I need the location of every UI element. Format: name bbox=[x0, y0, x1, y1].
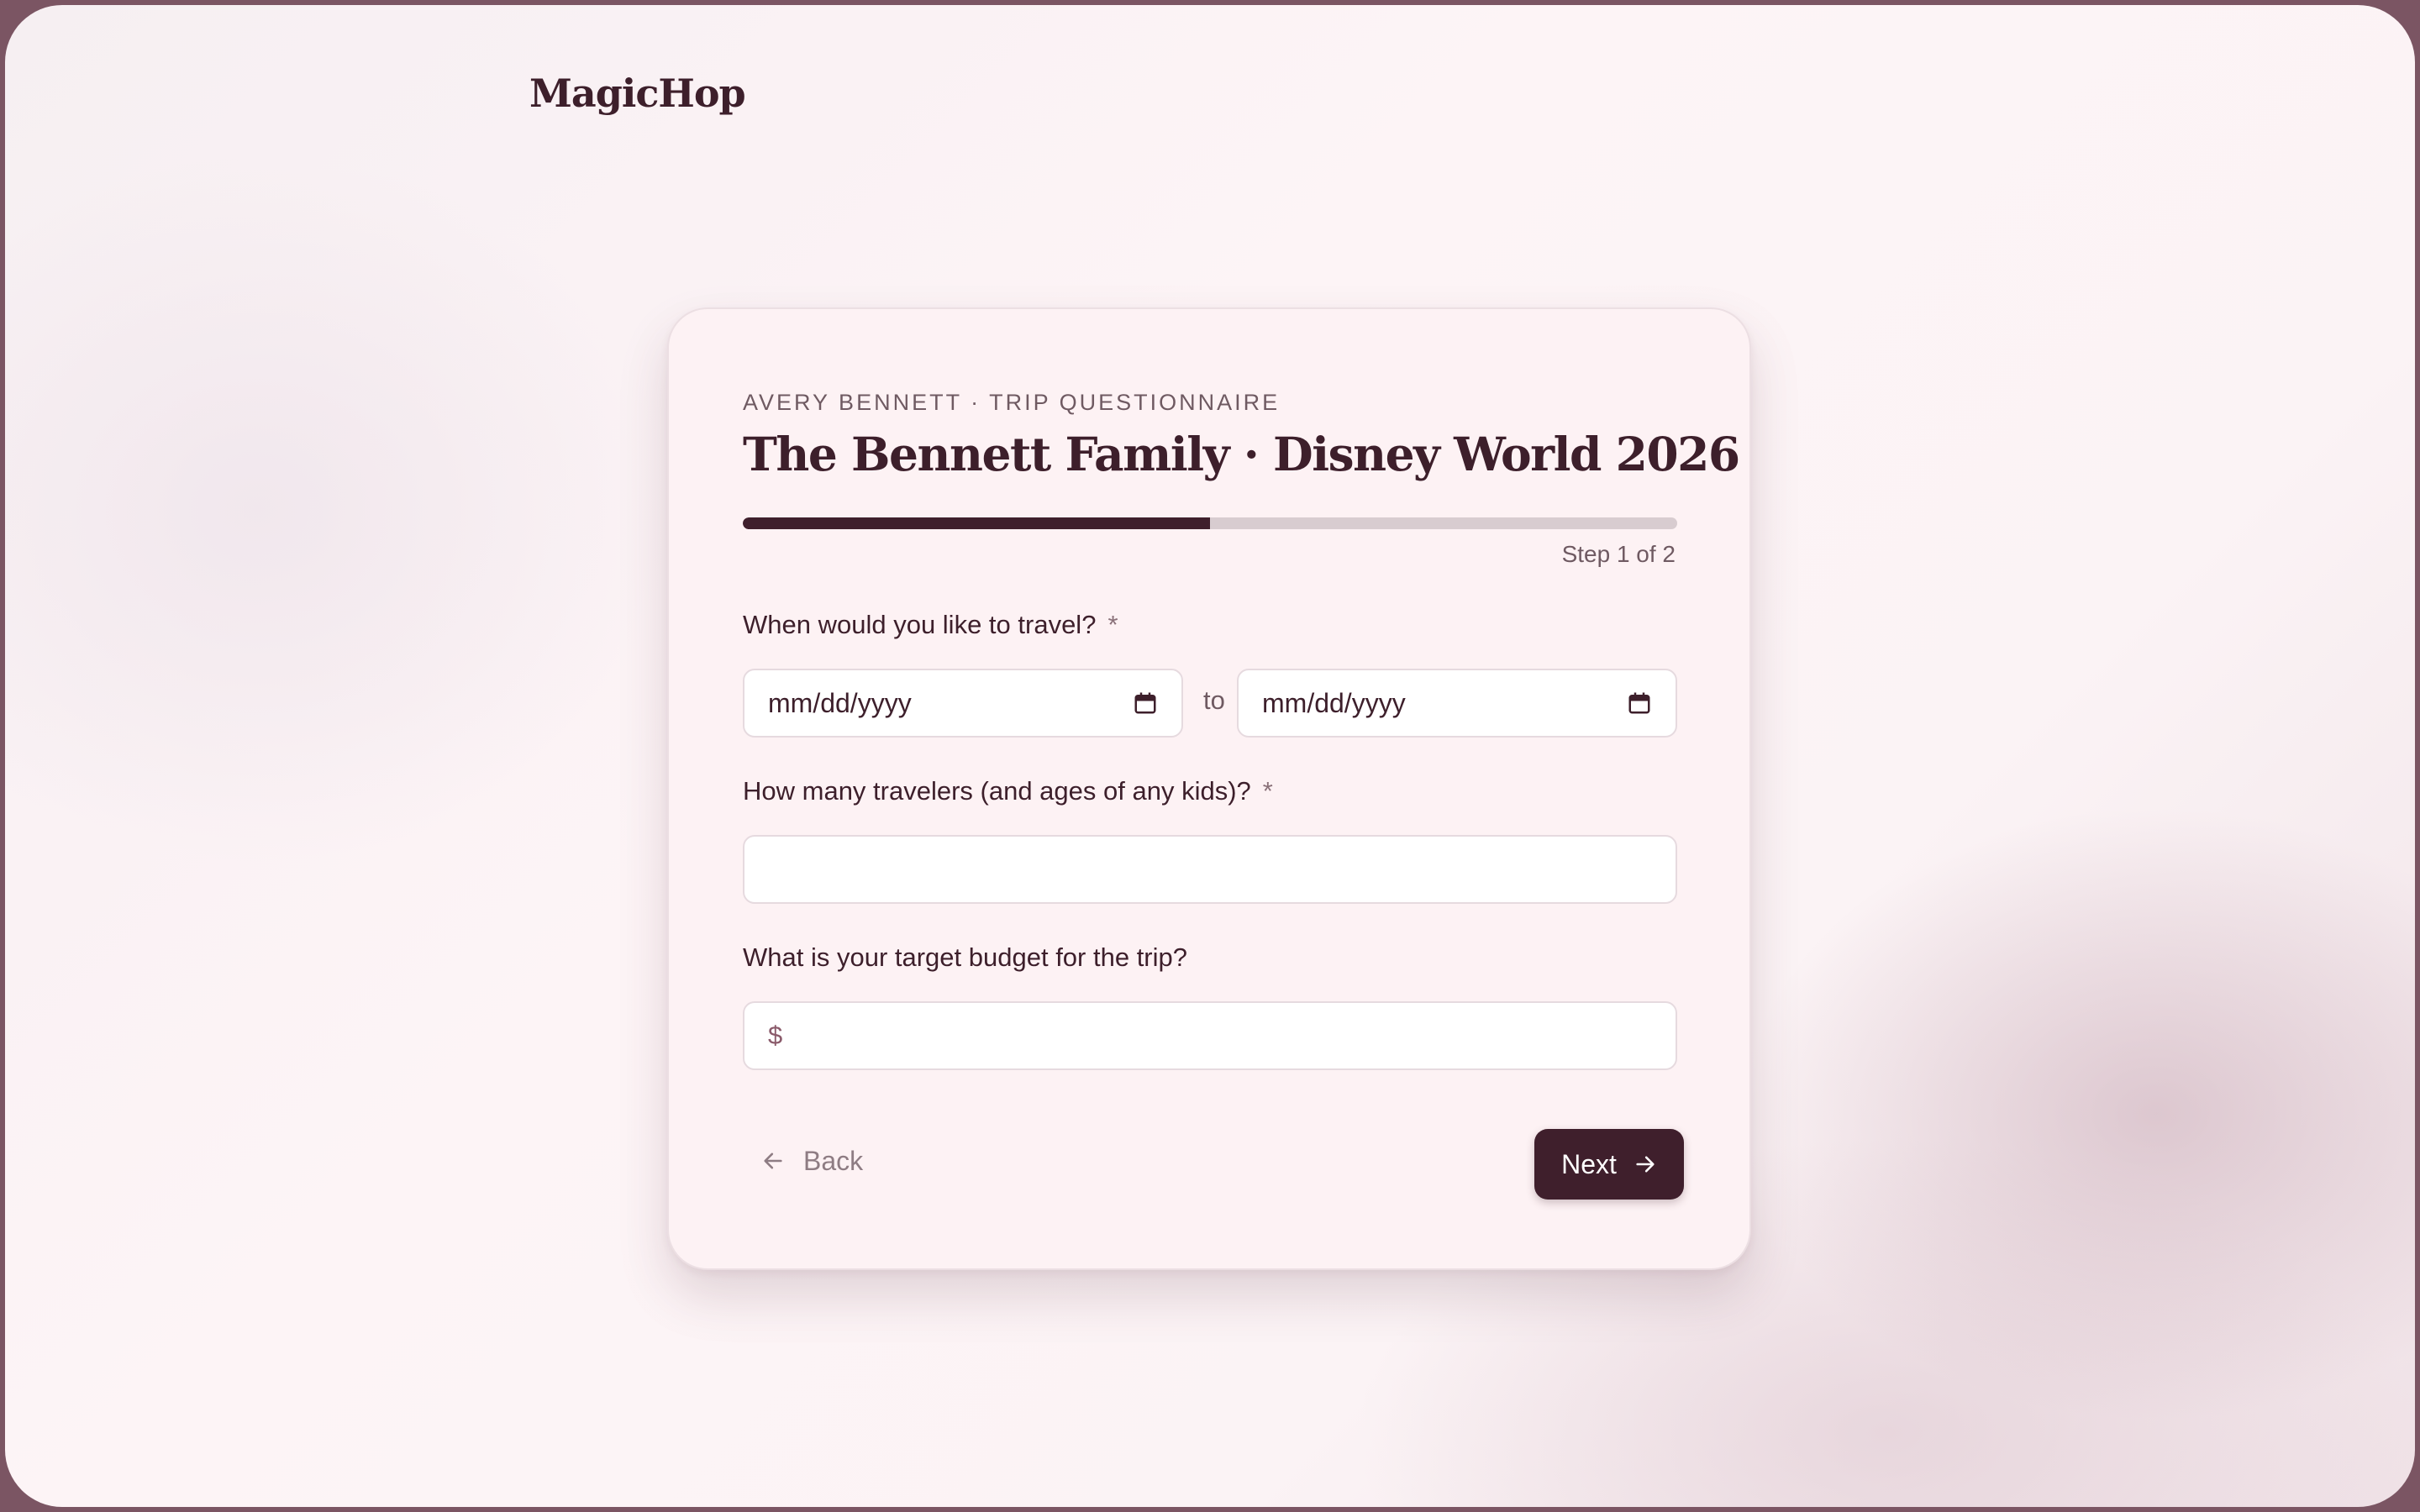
brand-logo[interactable]: MagicHop bbox=[529, 71, 746, 116]
start-date-placeholder: mm/dd/yyyy bbox=[768, 687, 912, 718]
budget-input[interactable]: $ bbox=[743, 1001, 1677, 1070]
arrow-right-icon bbox=[1634, 1152, 1657, 1176]
next-button[interactable]: Next bbox=[1534, 1129, 1684, 1200]
questionnaire-card: AVERY BENNETT · TRIP QUESTIONNAIRE The B… bbox=[667, 307, 1751, 1270]
page-title: The Bennett Family · Disney World 2026 bbox=[743, 427, 1740, 481]
budget-label: What is your target budget for the trip? bbox=[743, 942, 1187, 973]
travel-dates-label: When would you like to travel? * bbox=[743, 610, 1118, 640]
travelers-input[interactable] bbox=[743, 835, 1677, 904]
travelers-label: How many travelers (and ages of any kids… bbox=[743, 776, 1273, 806]
progress-fill bbox=[743, 517, 1210, 529]
app-window: MagicHop AVERY BENNETT · TRIP QUESTIONNA… bbox=[5, 5, 2415, 1507]
required-mark: * bbox=[1107, 610, 1118, 639]
currency-prefix: $ bbox=[768, 1021, 783, 1050]
progress-bar bbox=[743, 517, 1677, 529]
end-date-placeholder: mm/dd/yyyy bbox=[1262, 687, 1406, 718]
arrow-left-icon bbox=[761, 1149, 785, 1173]
end-date-input[interactable]: mm/dd/yyyy bbox=[1237, 669, 1677, 738]
budget-label-text: What is your target budget for the trip? bbox=[743, 942, 1187, 972]
date-range-separator: to bbox=[1203, 685, 1225, 715]
calendar-icon[interactable] bbox=[1133, 690, 1158, 716]
travelers-label-text: How many travelers (and ages of any kids… bbox=[743, 776, 1251, 806]
travel-dates-label-text: When would you like to travel? bbox=[743, 610, 1097, 639]
start-date-input[interactable]: mm/dd/yyyy bbox=[743, 669, 1183, 738]
calendar-icon[interactable] bbox=[1627, 690, 1652, 716]
required-mark: * bbox=[1262, 776, 1273, 806]
step-indicator: Step 1 of 2 bbox=[1561, 541, 1676, 567]
back-button[interactable]: Back bbox=[761, 1136, 863, 1186]
next-button-label: Next bbox=[1561, 1148, 1617, 1179]
card-eyebrow: AVERY BENNETT · TRIP QUESTIONNAIRE bbox=[743, 390, 1281, 415]
back-button-label: Back bbox=[803, 1145, 864, 1176]
